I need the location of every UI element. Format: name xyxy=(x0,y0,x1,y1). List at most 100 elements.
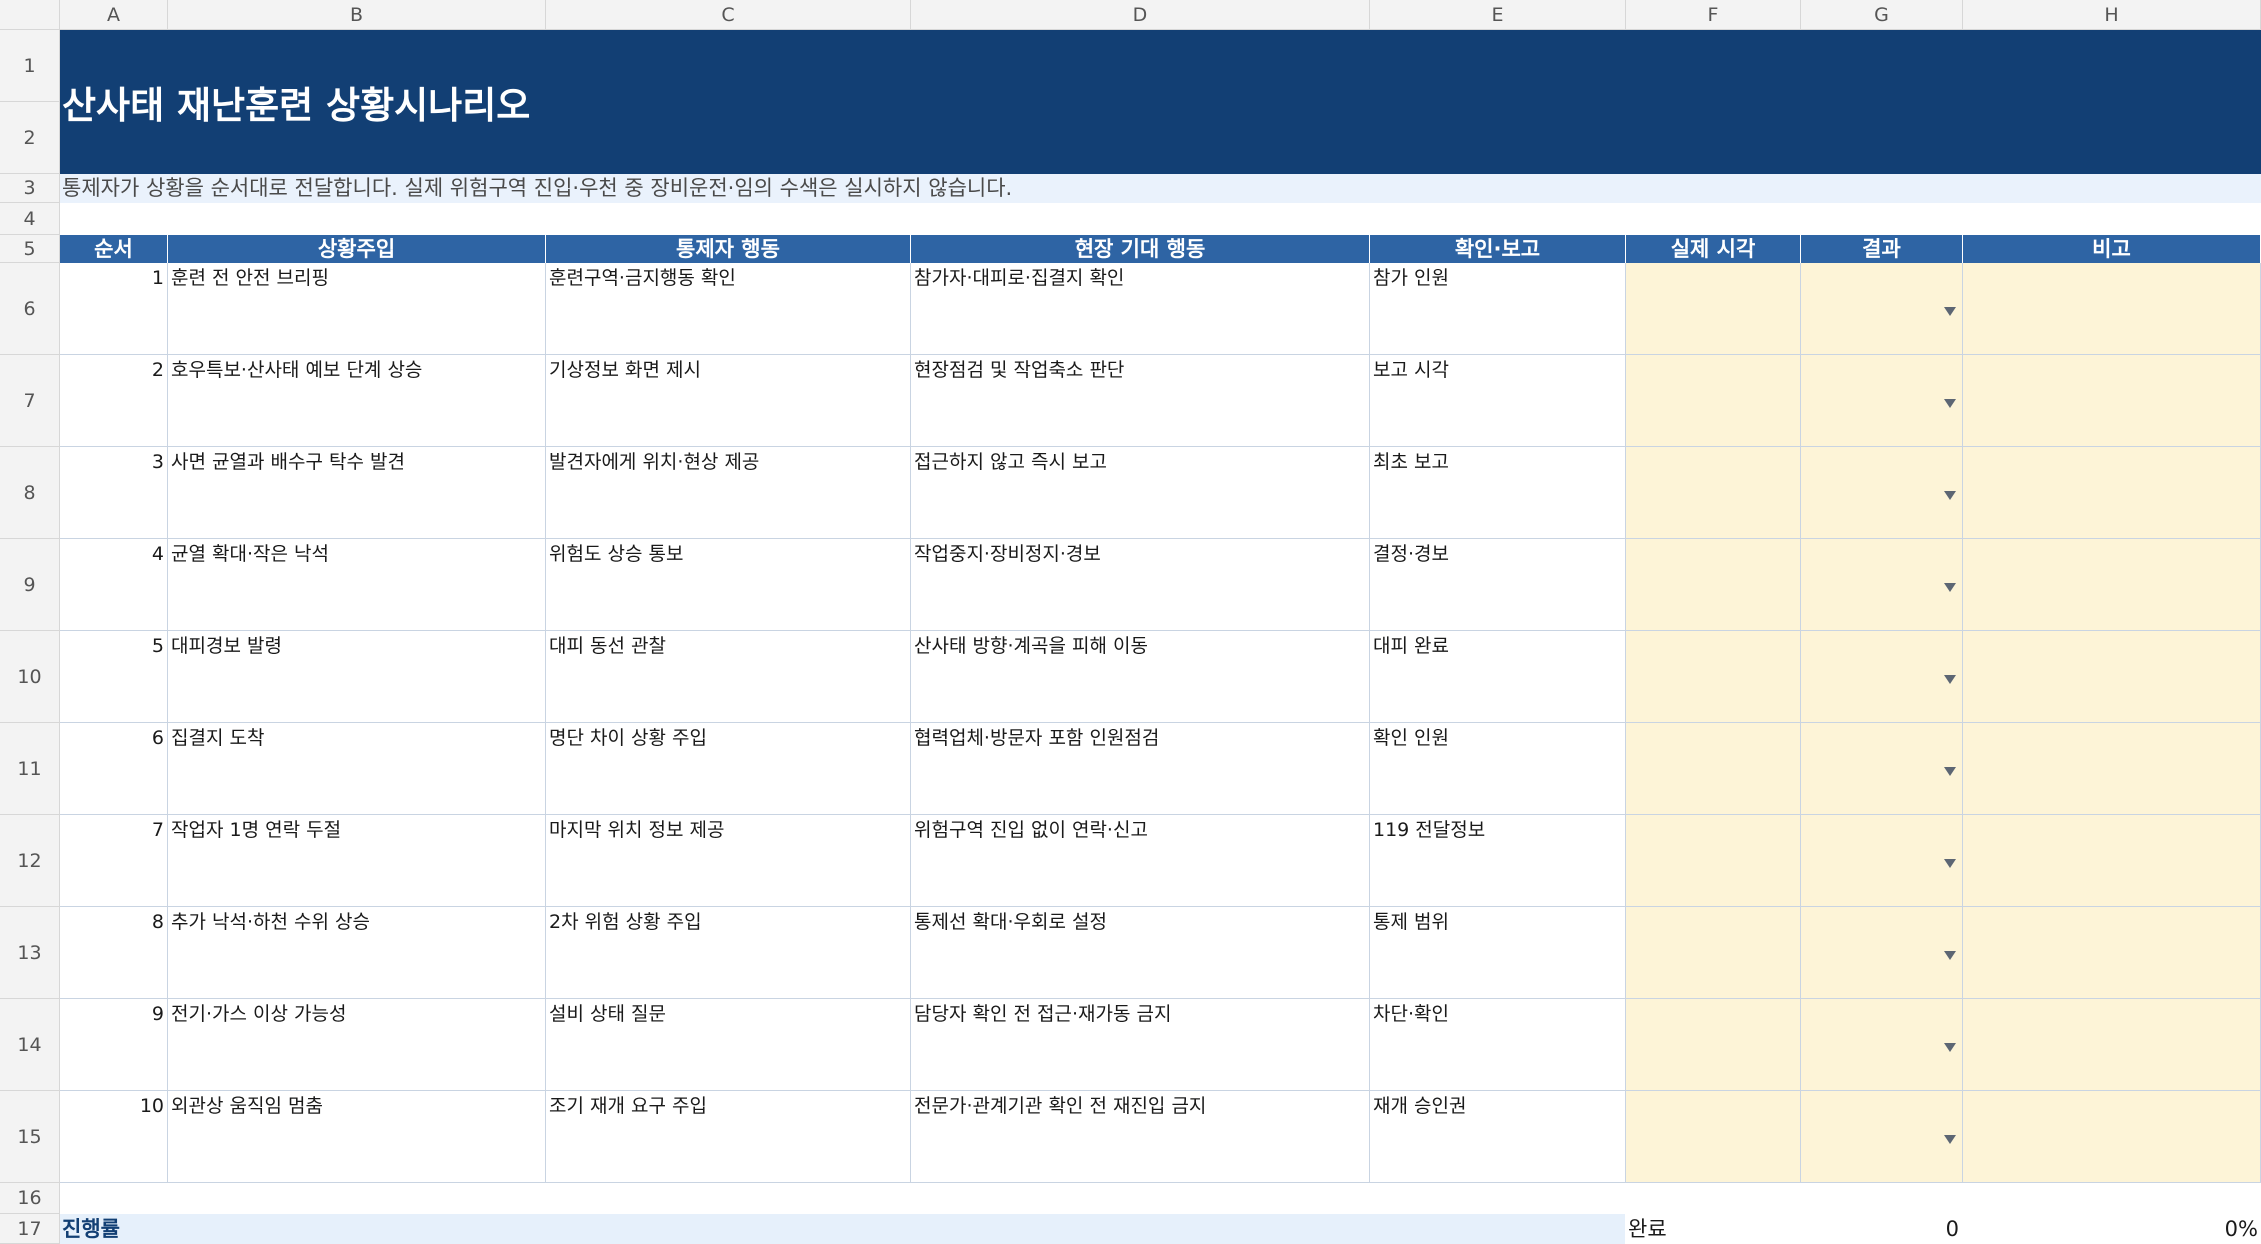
expected-action-cell[interactable]: 접근하지 않고 즉시 보고 xyxy=(911,447,1370,539)
result-dropdown[interactable] xyxy=(1801,1091,1963,1183)
controller-action-cell[interactable]: 마지막 위치 정보 제공 xyxy=(546,815,911,907)
expected-action-cell[interactable]: 협력업체·방문자 포함 인원점검 xyxy=(911,723,1370,815)
confirm-report-cell[interactable]: 확인 인원 xyxy=(1370,723,1626,815)
row-header-5[interactable]: 5 xyxy=(0,235,60,263)
row-header-4[interactable]: 4 xyxy=(0,203,60,235)
confirm-report-cell[interactable]: 119 전달정보 xyxy=(1370,815,1626,907)
header-actual-time[interactable]: 실제 시각 xyxy=(1626,235,1801,263)
order-cell[interactable]: 6 xyxy=(60,723,168,815)
expected-action-cell[interactable]: 현장점검 및 작업축소 판단 xyxy=(911,355,1370,447)
result-dropdown[interactable] xyxy=(1801,815,1963,907)
situation-cell[interactable]: 추가 낙석·하천 수위 상승 xyxy=(168,907,546,999)
remarks-input[interactable] xyxy=(1963,723,2261,815)
dropdown-arrow-icon[interactable] xyxy=(1944,951,1956,960)
remarks-input[interactable] xyxy=(1963,355,2261,447)
header-result[interactable]: 결과 xyxy=(1801,235,1963,263)
remarks-input[interactable] xyxy=(1963,631,2261,723)
remarks-input[interactable] xyxy=(1963,1091,2261,1183)
row-header-1[interactable]: 1 xyxy=(0,30,60,102)
controller-action-cell[interactable]: 명단 차이 상황 주입 xyxy=(546,723,911,815)
controller-action-cell[interactable]: 발견자에게 위치·현상 제공 xyxy=(546,447,911,539)
order-cell[interactable]: 1 xyxy=(60,263,168,355)
controller-action-cell[interactable]: 위험도 상승 통보 xyxy=(546,539,911,631)
confirm-report-cell[interactable]: 보고 시각 xyxy=(1370,355,1626,447)
column-header-g[interactable]: G xyxy=(1801,0,1963,30)
dropdown-arrow-icon[interactable] xyxy=(1944,307,1956,316)
row-header-10[interactable]: 10 xyxy=(0,631,60,723)
confirm-report-cell[interactable]: 재개 승인권 xyxy=(1370,1091,1626,1183)
header-order[interactable]: 순서 xyxy=(60,235,168,263)
order-cell[interactable]: 4 xyxy=(60,539,168,631)
column-header-f[interactable]: F xyxy=(1626,0,1801,30)
column-header-e[interactable]: E xyxy=(1370,0,1626,30)
dropdown-arrow-icon[interactable] xyxy=(1944,675,1956,684)
controller-action-cell[interactable]: 기상정보 화면 제시 xyxy=(546,355,911,447)
actual-time-input[interactable] xyxy=(1626,539,1801,631)
column-header-d[interactable]: D xyxy=(911,0,1370,30)
expected-action-cell[interactable]: 전문가·관계기관 확인 전 재진입 금지 xyxy=(911,1091,1370,1183)
confirm-report-cell[interactable]: 차단·확인 xyxy=(1370,999,1626,1091)
order-cell[interactable]: 9 xyxy=(60,999,168,1091)
column-header-h[interactable]: H xyxy=(1963,0,2261,30)
header-remarks[interactable]: 비고 xyxy=(1963,235,2261,263)
expected-action-cell[interactable]: 통제선 확대·우회로 설정 xyxy=(911,907,1370,999)
remarks-input[interactable] xyxy=(1963,999,2261,1091)
header-confirm-report[interactable]: 확인·보고 xyxy=(1370,235,1626,263)
controller-action-cell[interactable]: 설비 상태 질문 xyxy=(546,999,911,1091)
result-dropdown[interactable] xyxy=(1801,263,1963,355)
expected-action-cell[interactable]: 위험구역 진입 없이 연락·신고 xyxy=(911,815,1370,907)
situation-cell[interactable]: 호우특보·산사태 예보 단계 상승 xyxy=(168,355,546,447)
situation-cell[interactable]: 균열 확대·작은 낙석 xyxy=(168,539,546,631)
order-cell[interactable]: 7 xyxy=(60,815,168,907)
expected-action-cell[interactable]: 담당자 확인 전 접근·재가동 금지 xyxy=(911,999,1370,1091)
dropdown-arrow-icon[interactable] xyxy=(1944,859,1956,868)
controller-action-cell[interactable]: 대피 동선 관찰 xyxy=(546,631,911,723)
row-header-12[interactable]: 12 xyxy=(0,815,60,907)
row-header-14[interactable]: 14 xyxy=(0,999,60,1091)
order-cell[interactable]: 5 xyxy=(60,631,168,723)
row-header-8[interactable]: 8 xyxy=(0,447,60,539)
situation-cell[interactable]: 전기·가스 이상 가능성 xyxy=(168,999,546,1091)
situation-cell[interactable]: 외관상 움직임 멈춤 xyxy=(168,1091,546,1183)
result-dropdown[interactable] xyxy=(1801,447,1963,539)
actual-time-input[interactable] xyxy=(1626,631,1801,723)
result-dropdown[interactable] xyxy=(1801,723,1963,815)
dropdown-arrow-icon[interactable] xyxy=(1944,399,1956,408)
confirm-report-cell[interactable]: 결정·경보 xyxy=(1370,539,1626,631)
remarks-input[interactable] xyxy=(1963,907,2261,999)
row-header-9[interactable]: 9 xyxy=(0,539,60,631)
row-header-6[interactable]: 6 xyxy=(0,263,60,355)
header-situation[interactable]: 상황주입 xyxy=(168,235,546,263)
actual-time-input[interactable] xyxy=(1626,355,1801,447)
order-cell[interactable]: 2 xyxy=(60,355,168,447)
row-header-3[interactable]: 3 xyxy=(0,174,60,203)
actual-time-input[interactable] xyxy=(1626,999,1801,1091)
actual-time-input[interactable] xyxy=(1626,815,1801,907)
dropdown-arrow-icon[interactable] xyxy=(1944,1135,1956,1144)
result-dropdown[interactable] xyxy=(1801,999,1963,1091)
confirm-report-cell[interactable]: 참가 인원 xyxy=(1370,263,1626,355)
situation-cell[interactable]: 훈련 전 안전 브리핑 xyxy=(168,263,546,355)
result-dropdown[interactable] xyxy=(1801,355,1963,447)
actual-time-input[interactable] xyxy=(1626,1091,1801,1183)
header-expected-action[interactable]: 현장 기대 행동 xyxy=(911,235,1370,263)
result-dropdown[interactable] xyxy=(1801,631,1963,723)
actual-time-input[interactable] xyxy=(1626,447,1801,539)
row-header-2[interactable]: 2 xyxy=(0,102,60,174)
situation-cell[interactable]: 대피경보 발령 xyxy=(168,631,546,723)
row-header-11[interactable]: 11 xyxy=(0,723,60,815)
order-cell[interactable]: 8 xyxy=(60,907,168,999)
expected-action-cell[interactable]: 작업중지·장비정지·경보 xyxy=(911,539,1370,631)
actual-time-input[interactable] xyxy=(1626,263,1801,355)
controller-action-cell[interactable]: 2차 위험 상황 주입 xyxy=(546,907,911,999)
remarks-input[interactable] xyxy=(1963,263,2261,355)
situation-cell[interactable]: 집결지 도착 xyxy=(168,723,546,815)
controller-action-cell[interactable]: 조기 재개 요구 주입 xyxy=(546,1091,911,1183)
remarks-input[interactable] xyxy=(1963,815,2261,907)
column-header-b[interactable]: B xyxy=(168,0,546,30)
result-dropdown[interactable] xyxy=(1801,907,1963,999)
row-header-17[interactable]: 17 xyxy=(0,1214,60,1244)
confirm-report-cell[interactable]: 대피 완료 xyxy=(1370,631,1626,723)
header-controller-action[interactable]: 통제자 행동 xyxy=(546,235,911,263)
order-cell[interactable]: 3 xyxy=(60,447,168,539)
